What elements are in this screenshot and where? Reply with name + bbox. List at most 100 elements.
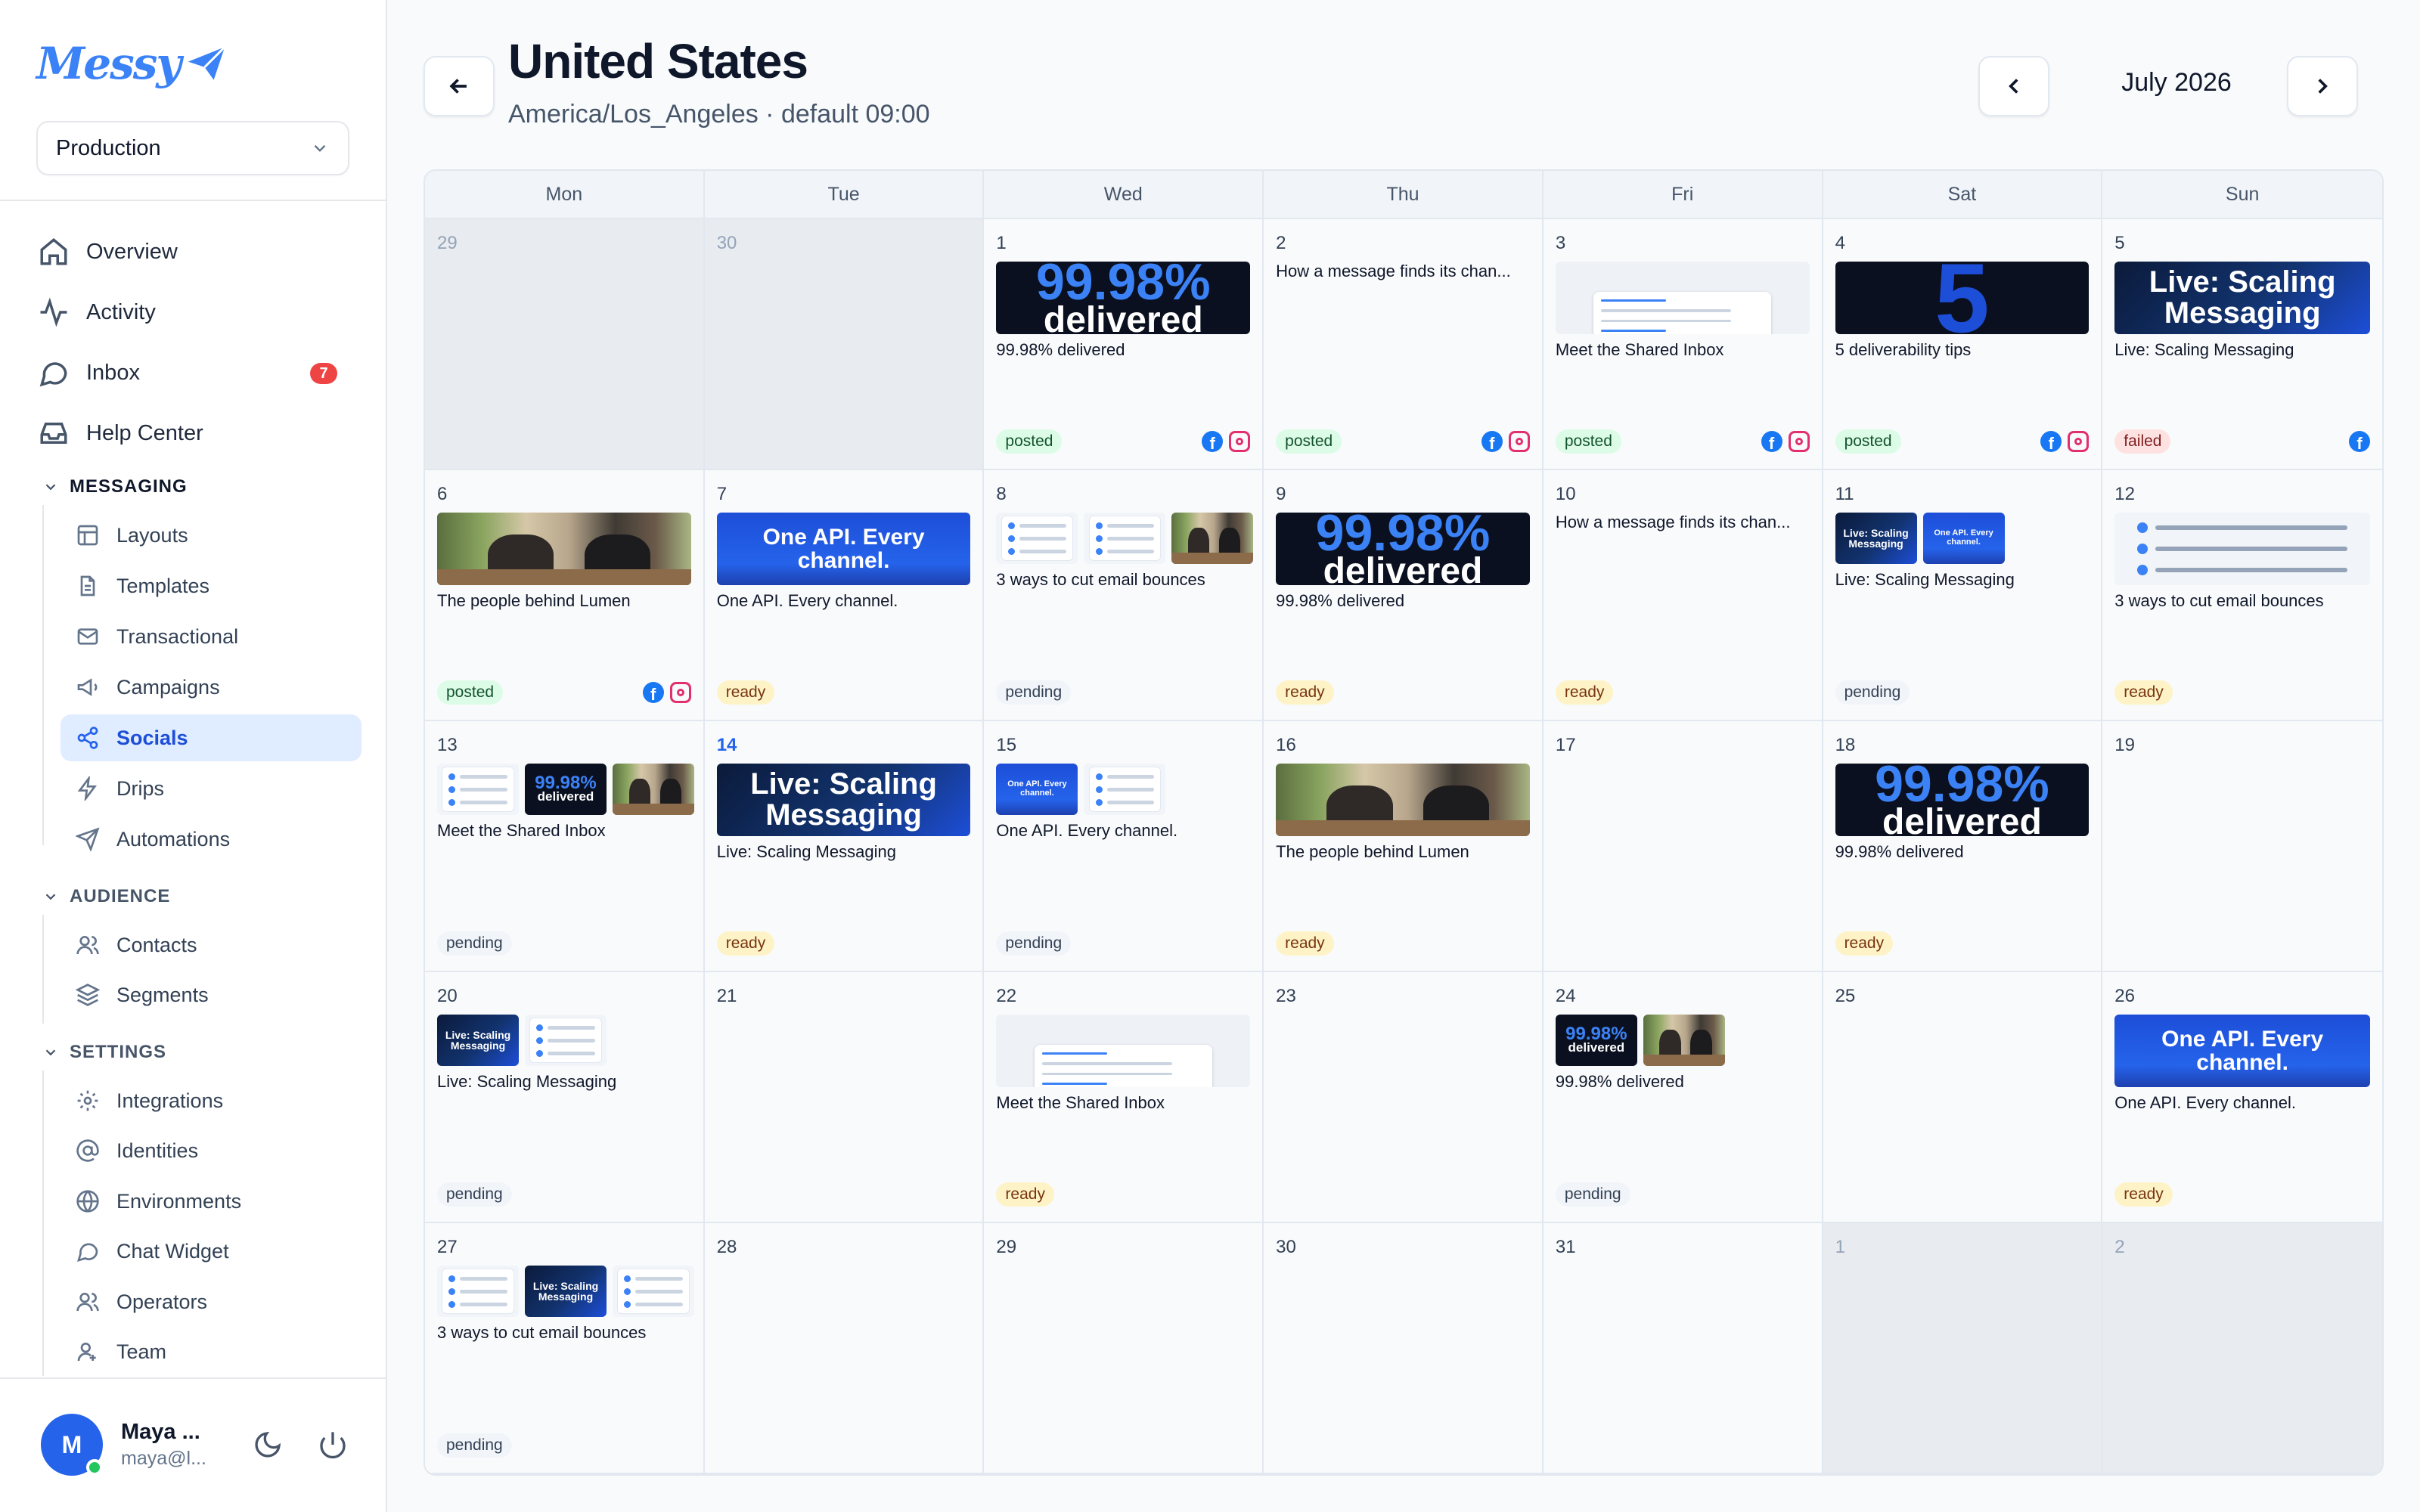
post-title[interactable]: Live: Scaling Messaging bbox=[717, 842, 971, 862]
calendar-day-cell[interactable]: 25 bbox=[1823, 972, 2103, 1223]
calendar-day-cell[interactable]: 27 Live: Scaling Messaging 3 ways to cut e… bbox=[425, 1223, 705, 1474]
nav-help-center[interactable]: Help Center bbox=[38, 411, 355, 456]
post-title[interactable]: 5 deliverability tips bbox=[1835, 340, 2090, 360]
nav-operators[interactable]: Operators bbox=[60, 1278, 361, 1325]
post-title[interactable]: 99.98% delivered bbox=[1835, 842, 2090, 862]
calendar-day-cell[interactable]: 1 bbox=[1823, 1223, 2103, 1474]
thumbnail-row[interactable]: 99.98% delivered bbox=[996, 262, 1251, 334]
thumbnail-row[interactable] bbox=[437, 513, 691, 585]
nav-integrations[interactable]: Integrations bbox=[60, 1077, 361, 1124]
calendar-day-cell[interactable]: 16 The people behind Lumen ready bbox=[1264, 721, 1544, 972]
calendar-day-cell[interactable]: 22 Meet the Shared Inbox ready bbox=[984, 972, 1264, 1223]
nav-inbox[interactable]: Inbox 7 bbox=[38, 350, 355, 395]
post-title[interactable]: One API. Every channel. bbox=[2114, 1093, 2370, 1113]
post-title[interactable]: One API. Every channel. bbox=[717, 591, 971, 611]
nav-overview[interactable]: Overview bbox=[38, 229, 355, 274]
post-title[interactable]: 99.98% delivered bbox=[1276, 591, 1530, 611]
calendar-day-cell[interactable]: 5 Live: Scaling Messaging Live: Scaling Me… bbox=[2102, 219, 2382, 470]
calendar-day-cell[interactable]: 30 bbox=[1264, 1223, 1544, 1474]
post-title[interactable]: How a message finds its chan... bbox=[1276, 262, 1530, 281]
calendar-day-cell[interactable]: 31 bbox=[1543, 1223, 1823, 1474]
calendar-day-cell[interactable]: 21 bbox=[704, 972, 985, 1223]
calendar-day-cell[interactable]: 14 Live: Scaling Messaging Live: Scaling M… bbox=[704, 721, 985, 972]
nav-layouts[interactable]: Layouts bbox=[60, 512, 361, 559]
avatar[interactable]: M bbox=[41, 1414, 103, 1476]
post-title[interactable]: Meet the Shared Inbox bbox=[1556, 340, 1810, 360]
post-title[interactable]: 99.98% delivered bbox=[1556, 1072, 1810, 1092]
thumbnail-row[interactable]: 99.98% delivered bbox=[1276, 513, 1530, 585]
environment-select[interactable]: Production bbox=[36, 121, 349, 175]
section-messaging[interactable]: MESSAGING bbox=[42, 472, 188, 502]
calendar-day-cell[interactable]: 6 The people behind Lumen posted f bbox=[425, 470, 705, 721]
post-title[interactable]: 3 ways to cut email bounces bbox=[996, 570, 1250, 590]
nav-environments[interactable]: Environments bbox=[60, 1178, 361, 1225]
calendar-day-cell[interactable]: 10 How a message finds its chan... ready bbox=[1543, 470, 1823, 721]
post-title[interactable]: 3 ways to cut email bounces bbox=[2114, 591, 2370, 611]
nav-automations[interactable]: Automations bbox=[60, 816, 361, 863]
calendar-day-cell[interactable]: 19 bbox=[2102, 721, 2382, 972]
post-title[interactable]: Live: Scaling Messaging bbox=[2114, 340, 2370, 360]
logo[interactable]: Messy bbox=[36, 38, 228, 89]
previous-month-button[interactable] bbox=[1978, 56, 2049, 116]
calendar-day-cell[interactable]: 4 5 5 deliverability tips posted f bbox=[1823, 219, 2103, 470]
thumbnail-row[interactable]: 99.98% delivered bbox=[1835, 764, 2090, 836]
section-settings[interactable]: SETTINGS bbox=[42, 1037, 166, 1067]
calendar-day-cell[interactable]: 3 Meet the Shared Inbox posted f bbox=[1543, 219, 1823, 470]
nav-activity[interactable]: Activity bbox=[38, 290, 355, 335]
calendar-day-cell[interactable]: 2 How a message finds its chan... posted f bbox=[1264, 219, 1544, 470]
calendar-day-cell[interactable]: 11 Live: Scaling Messaging One API. Every … bbox=[1823, 470, 2103, 721]
calendar-day-cell[interactable]: 17 bbox=[1543, 721, 1823, 972]
calendar-day-cell[interactable]: 30 bbox=[704, 219, 985, 470]
calendar-day-cell[interactable]: 2 bbox=[2102, 1223, 2382, 1474]
calendar-day-cell[interactable]: 28 bbox=[704, 1223, 985, 1474]
calendar-day-cell[interactable]: 20 Live: Scaling Messaging Live: Scaling M… bbox=[425, 972, 705, 1223]
nav-chat-widget[interactable]: Chat Widget bbox=[60, 1228, 361, 1275]
post-title[interactable]: 3 ways to cut email bounces bbox=[437, 1323, 691, 1343]
thumbnail-row[interactable] bbox=[1276, 764, 1530, 836]
thumbnail-row[interactable]: One API. Every channel. bbox=[716, 513, 971, 585]
nav-transactional[interactable]: Transactional bbox=[60, 613, 361, 660]
post-title[interactable]: 99.98% delivered bbox=[996, 340, 1250, 360]
moon-icon[interactable] bbox=[253, 1430, 283, 1460]
nav-contacts[interactable]: Contacts bbox=[60, 922, 361, 968]
thumbnail-row[interactable] bbox=[996, 1015, 1251, 1087]
calendar-day-cell[interactable]: 12 3 ways to cut email bounces ready bbox=[2102, 470, 2382, 721]
calendar-day-cell[interactable]: 24 99.98% delivered 99.98% delivered pending bbox=[1543, 972, 1823, 1223]
calendar-day-cell[interactable]: 1 99.98% delivered 99.98% delivered posted f bbox=[984, 219, 1264, 470]
post-title[interactable]: Live: Scaling Messaging bbox=[1835, 570, 2090, 590]
post-title[interactable]: Live: Scaling Messaging bbox=[437, 1072, 691, 1092]
thumbnail-row[interactable] bbox=[1555, 262, 1810, 334]
nav-socials[interactable]: Socials bbox=[60, 714, 361, 761]
calendar-day-cell[interactable]: 7 One API. Every channel. One API. Every c… bbox=[704, 470, 985, 721]
calendar-day-cell[interactable]: 23 bbox=[1264, 972, 1544, 1223]
post-title[interactable]: The people behind Lumen bbox=[1276, 842, 1530, 862]
post-title[interactable]: How a message finds its chan... bbox=[1556, 513, 1810, 532]
post-title[interactable]: One API. Every channel. bbox=[996, 821, 1250, 841]
post-title[interactable]: Meet the Shared Inbox bbox=[996, 1093, 1250, 1113]
nav-identities[interactable]: Identities bbox=[60, 1127, 361, 1174]
calendar-day-cell[interactable]: 15 One API. Every channel. One API. Every … bbox=[984, 721, 1264, 972]
thumbnail-row[interactable] bbox=[2114, 513, 2370, 585]
calendar-day-cell[interactable]: 9 99.98% delivered 99.98% delivered ready bbox=[1264, 470, 1544, 721]
calendar-day-cell[interactable]: 18 99.98% delivered 99.98% delivered ready bbox=[1823, 721, 2103, 972]
thumbnail-row[interactable]: Live: Scaling Messaging bbox=[716, 764, 971, 836]
thumbnail-row[interactable]: Live: Scaling Messaging bbox=[2114, 262, 2370, 334]
nav-templates[interactable]: Templates bbox=[60, 562, 361, 609]
calendar-day-cell[interactable]: 29 bbox=[984, 1223, 1264, 1474]
calendar-day-cell[interactable]: 13 99.98% delivered Meet the Shared Inbox pe… bbox=[425, 721, 705, 972]
nav-drips[interactable]: Drips bbox=[60, 765, 361, 812]
post-title[interactable]: Meet the Shared Inbox bbox=[437, 821, 691, 841]
calendar-day-cell[interactable]: 26 One API. Every channel. One API. Every … bbox=[2102, 972, 2382, 1223]
section-audience[interactable]: AUDIENCE bbox=[42, 881, 170, 912]
calendar-day-cell[interactable]: 29 bbox=[425, 219, 705, 470]
calendar-day-cell[interactable]: 8 3 ways to cut email bounces pending bbox=[984, 470, 1264, 721]
back-button[interactable] bbox=[424, 56, 495, 116]
thumbnail-row[interactable]: 5 bbox=[1835, 262, 2090, 334]
thumbnail-row[interactable]: One API. Every channel. bbox=[2114, 1015, 2370, 1087]
nav-team[interactable]: Team bbox=[60, 1328, 361, 1375]
power-icon[interactable] bbox=[318, 1430, 348, 1460]
post-title[interactable]: The people behind Lumen bbox=[437, 591, 691, 611]
nav-segments[interactable]: Segments bbox=[60, 971, 361, 1018]
next-month-button[interactable] bbox=[2287, 56, 2358, 116]
nav-campaigns[interactable]: Campaigns bbox=[60, 664, 361, 711]
